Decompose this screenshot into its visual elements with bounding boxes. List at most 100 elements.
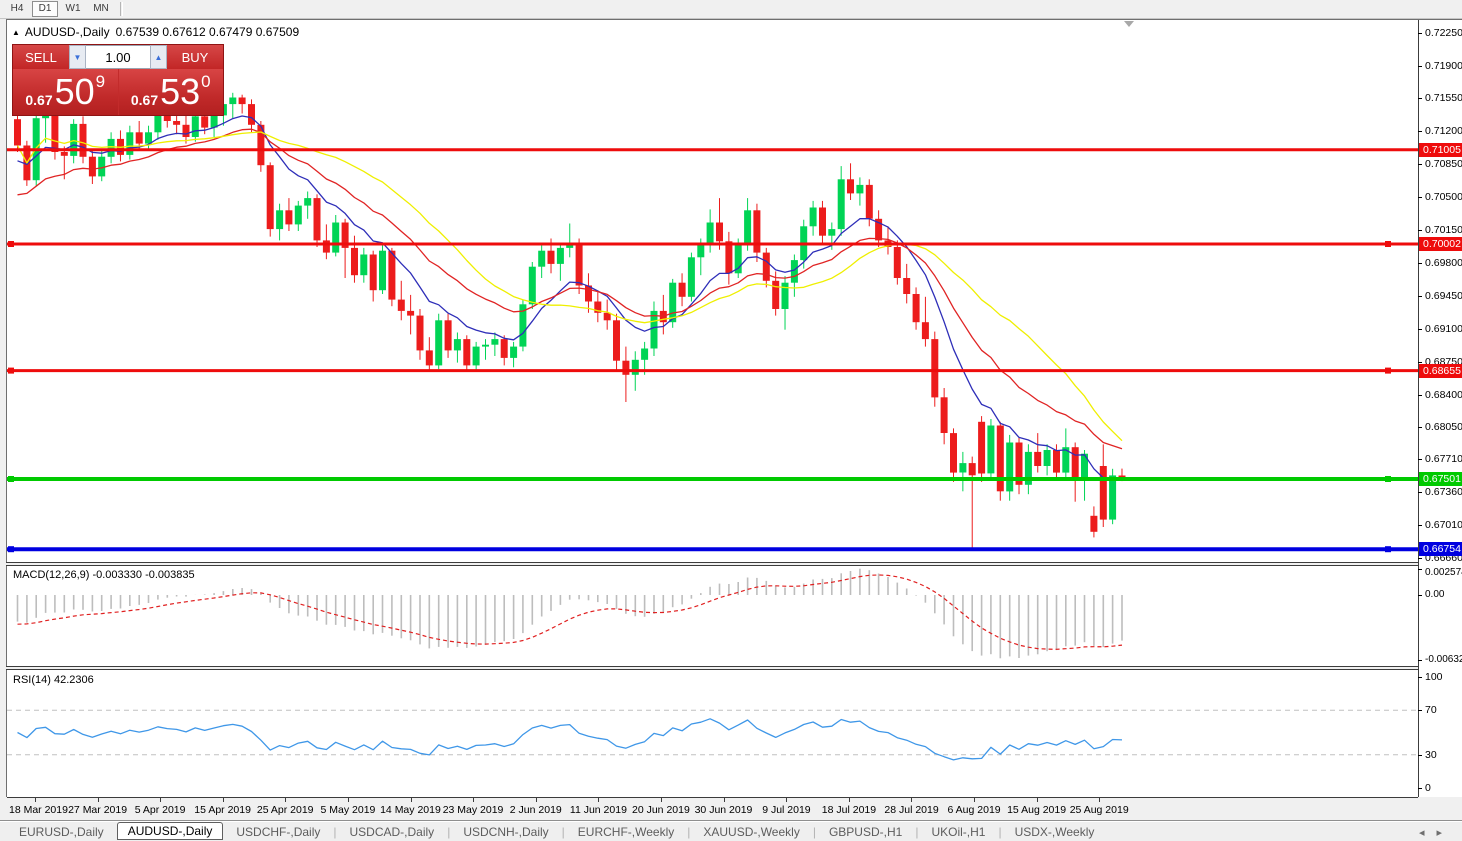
- price-axis-tick-label: 0.67360: [1425, 486, 1462, 498]
- price-line-label: 0.66754: [1419, 542, 1462, 556]
- price-axis-tick: [1418, 558, 1422, 559]
- price-axis-tick: [1418, 164, 1422, 165]
- rsi-label: RSI(14) 42.2306: [13, 674, 94, 686]
- timeframe-toolbar: H4D1W1MN: [0, 0, 1462, 19]
- price-axis-tick-label: 0.68050: [1425, 421, 1462, 433]
- buy-button[interactable]: BUY: [167, 45, 223, 69]
- time-axis-label: 30 Jun 2019: [695, 804, 753, 816]
- time-axis-label: 5 Apr 2019: [135, 804, 186, 816]
- sell-price-big: 50: [55, 72, 95, 112]
- time-axis-tick: [911, 798, 912, 802]
- chart-title: ▲AUDUSD-,Daily0.67539 0.67612 0.67479 0.…: [12, 25, 299, 39]
- macd-pane-canvas[interactable]: [7, 566, 1418, 666]
- time-axis-tick: [223, 798, 224, 802]
- price-axis-tick-label: 0.67010: [1425, 519, 1462, 531]
- price-axis-tick: [1418, 131, 1422, 132]
- price-axis-tick-label: 0.70150: [1425, 224, 1462, 236]
- sell-button[interactable]: SELL: [13, 45, 69, 69]
- rsi-pane-canvas[interactable]: [7, 670, 1418, 797]
- one-click-trading-panel: SELL ▼ ▲ BUY 0.67 50 9 0.67 53 0: [12, 44, 224, 116]
- time-axis-tick: [786, 798, 787, 802]
- time-axis-label: 14 May 2019: [380, 804, 441, 816]
- price-axis-tick-label: 0.72250: [1425, 27, 1462, 39]
- rsi-axis-label: 70: [1425, 704, 1437, 716]
- time-axis-label: 25 Aug 2019: [1070, 804, 1129, 816]
- volume-input[interactable]: [86, 45, 150, 69]
- time-axis-label: 9 Jul 2019: [762, 804, 810, 816]
- price-axis-tick: [1418, 263, 1422, 264]
- chart-ohlc-values: 0.67539 0.67612 0.67479 0.67509: [116, 25, 300, 39]
- tab-scroll-arrows: ◂▸: [1419, 826, 1454, 839]
- chart-tab-eurusd[interactable]: EURUSD-,Daily: [6, 824, 117, 840]
- time-axis-label: 25 Apr 2019: [257, 804, 314, 816]
- price-axis-tick-label: 0.69800: [1425, 257, 1462, 269]
- price-axis-tick-label: 0.69100: [1425, 323, 1462, 335]
- volume-increase-button[interactable]: ▲: [150, 45, 167, 69]
- macd-axis-tick: [1418, 660, 1422, 661]
- buy-price-prefix: 0.67: [131, 92, 158, 108]
- time-axis-label: 15 Aug 2019: [1007, 804, 1066, 816]
- time-axis-label: 5 May 2019: [321, 804, 376, 816]
- time-axis-tick: [285, 798, 286, 802]
- chart-tab-audusd[interactable]: AUDUSD-,Daily: [117, 822, 224, 840]
- chart-tab-gbpusd[interactable]: GBPUSD-,H1: [816, 824, 915, 840]
- timeframe-button-mn[interactable]: MN: [88, 1, 114, 17]
- time-axis-label: 23 May 2019: [443, 804, 504, 816]
- time-axis-tick: [1099, 798, 1100, 802]
- timeframe-button-d1[interactable]: D1: [32, 1, 58, 17]
- tab-scroll-left-icon[interactable]: ◂: [1419, 827, 1437, 839]
- price-axis-tick-label: 0.67710: [1425, 453, 1462, 465]
- price-axis-tick-label: 0.68400: [1425, 389, 1462, 401]
- sell-price-prefix: 0.67: [25, 92, 52, 108]
- price-axis-tick-label: 0.70500: [1425, 191, 1462, 203]
- timeframe-button-h4[interactable]: H4: [4, 1, 30, 17]
- rsi-axis-tick: [1418, 677, 1422, 678]
- buy-price-pip: 0: [201, 72, 210, 92]
- price-axis-tick: [1418, 296, 1422, 297]
- toolbar-separator: [120, 2, 123, 16]
- time-axis-tick: [411, 798, 412, 802]
- tab-scroll-right-icon[interactable]: ▸: [1436, 827, 1454, 839]
- chart-tab-usdchf[interactable]: USDCHF-,Daily: [223, 824, 333, 840]
- buy-price-big: 53: [160, 72, 200, 112]
- time-axis-tick: [536, 798, 537, 802]
- price-line-label: 0.68655: [1419, 364, 1462, 378]
- time-axis-label: 18 Jul 2019: [822, 804, 876, 816]
- chart-tab-xauusd[interactable]: XAUUSD-,Weekly: [690, 824, 812, 840]
- macd-axis-label: 0.00: [1425, 589, 1444, 600]
- price-axis-tick: [1418, 197, 1422, 198]
- price-axis-tick: [1418, 98, 1422, 99]
- one-click-collapse-icon[interactable]: ▲: [12, 28, 20, 37]
- price-axis-tick: [1418, 329, 1422, 330]
- time-axis-label: 28 Jul 2019: [884, 804, 938, 816]
- price-axis-tick: [1418, 459, 1422, 460]
- price-axis-tick-label: 0.71550: [1425, 92, 1462, 104]
- price-line-label: 0.67501: [1419, 472, 1462, 486]
- macd-label: MACD(12,26,9) -0.003330 -0.003835: [13, 569, 195, 581]
- chevron-up-icon: ▲: [155, 53, 163, 62]
- time-axis-label: 15 Apr 2019: [194, 804, 251, 816]
- rsi-axis-tick: [1418, 710, 1422, 711]
- chart-tab-usdcad[interactable]: USDCAD-,Daily: [337, 824, 448, 840]
- chart-tab-ukoil[interactable]: UKOil-,H1: [918, 824, 998, 840]
- time-axis-tick: [348, 798, 349, 802]
- volume-decrease-button[interactable]: ▼: [69, 45, 86, 69]
- buy-price-button[interactable]: 0.67 53 0: [119, 69, 224, 115]
- chart-tab-usdx[interactable]: USDX-,Weekly: [1002, 824, 1108, 840]
- mt4-window: H4D1W1MN ▲AUDUSD-,Daily0.67539 0.67612 0…: [0, 0, 1462, 841]
- chart-tab-eurchf[interactable]: EURCHF-,Weekly: [565, 824, 687, 840]
- chart-shift-marker-icon[interactable]: [1124, 21, 1134, 27]
- chart-tab-bar: EURUSD-,DailyAUDUSD-,DailyUSDCHF-,Daily|…: [0, 822, 1462, 841]
- price-axis-tick: [1418, 66, 1422, 67]
- price-axis-tick: [1418, 525, 1422, 526]
- sell-price-button[interactable]: 0.67 50 9: [13, 69, 118, 115]
- time-axis-tick: [598, 798, 599, 802]
- price-axis-tick-label: 0.71900: [1425, 60, 1462, 72]
- time-axis-label: 27 Mar 2019: [68, 804, 127, 816]
- chart-tab-usdcnh[interactable]: USDCNH-,Daily: [450, 824, 561, 840]
- time-axis-tick: [473, 798, 474, 802]
- rsi-axis-tick: [1418, 755, 1422, 756]
- timeframe-button-w1[interactable]: W1: [60, 1, 86, 17]
- time-axis-tick: [35, 798, 36, 802]
- price-axis-tick-label: 0.70850: [1425, 158, 1462, 170]
